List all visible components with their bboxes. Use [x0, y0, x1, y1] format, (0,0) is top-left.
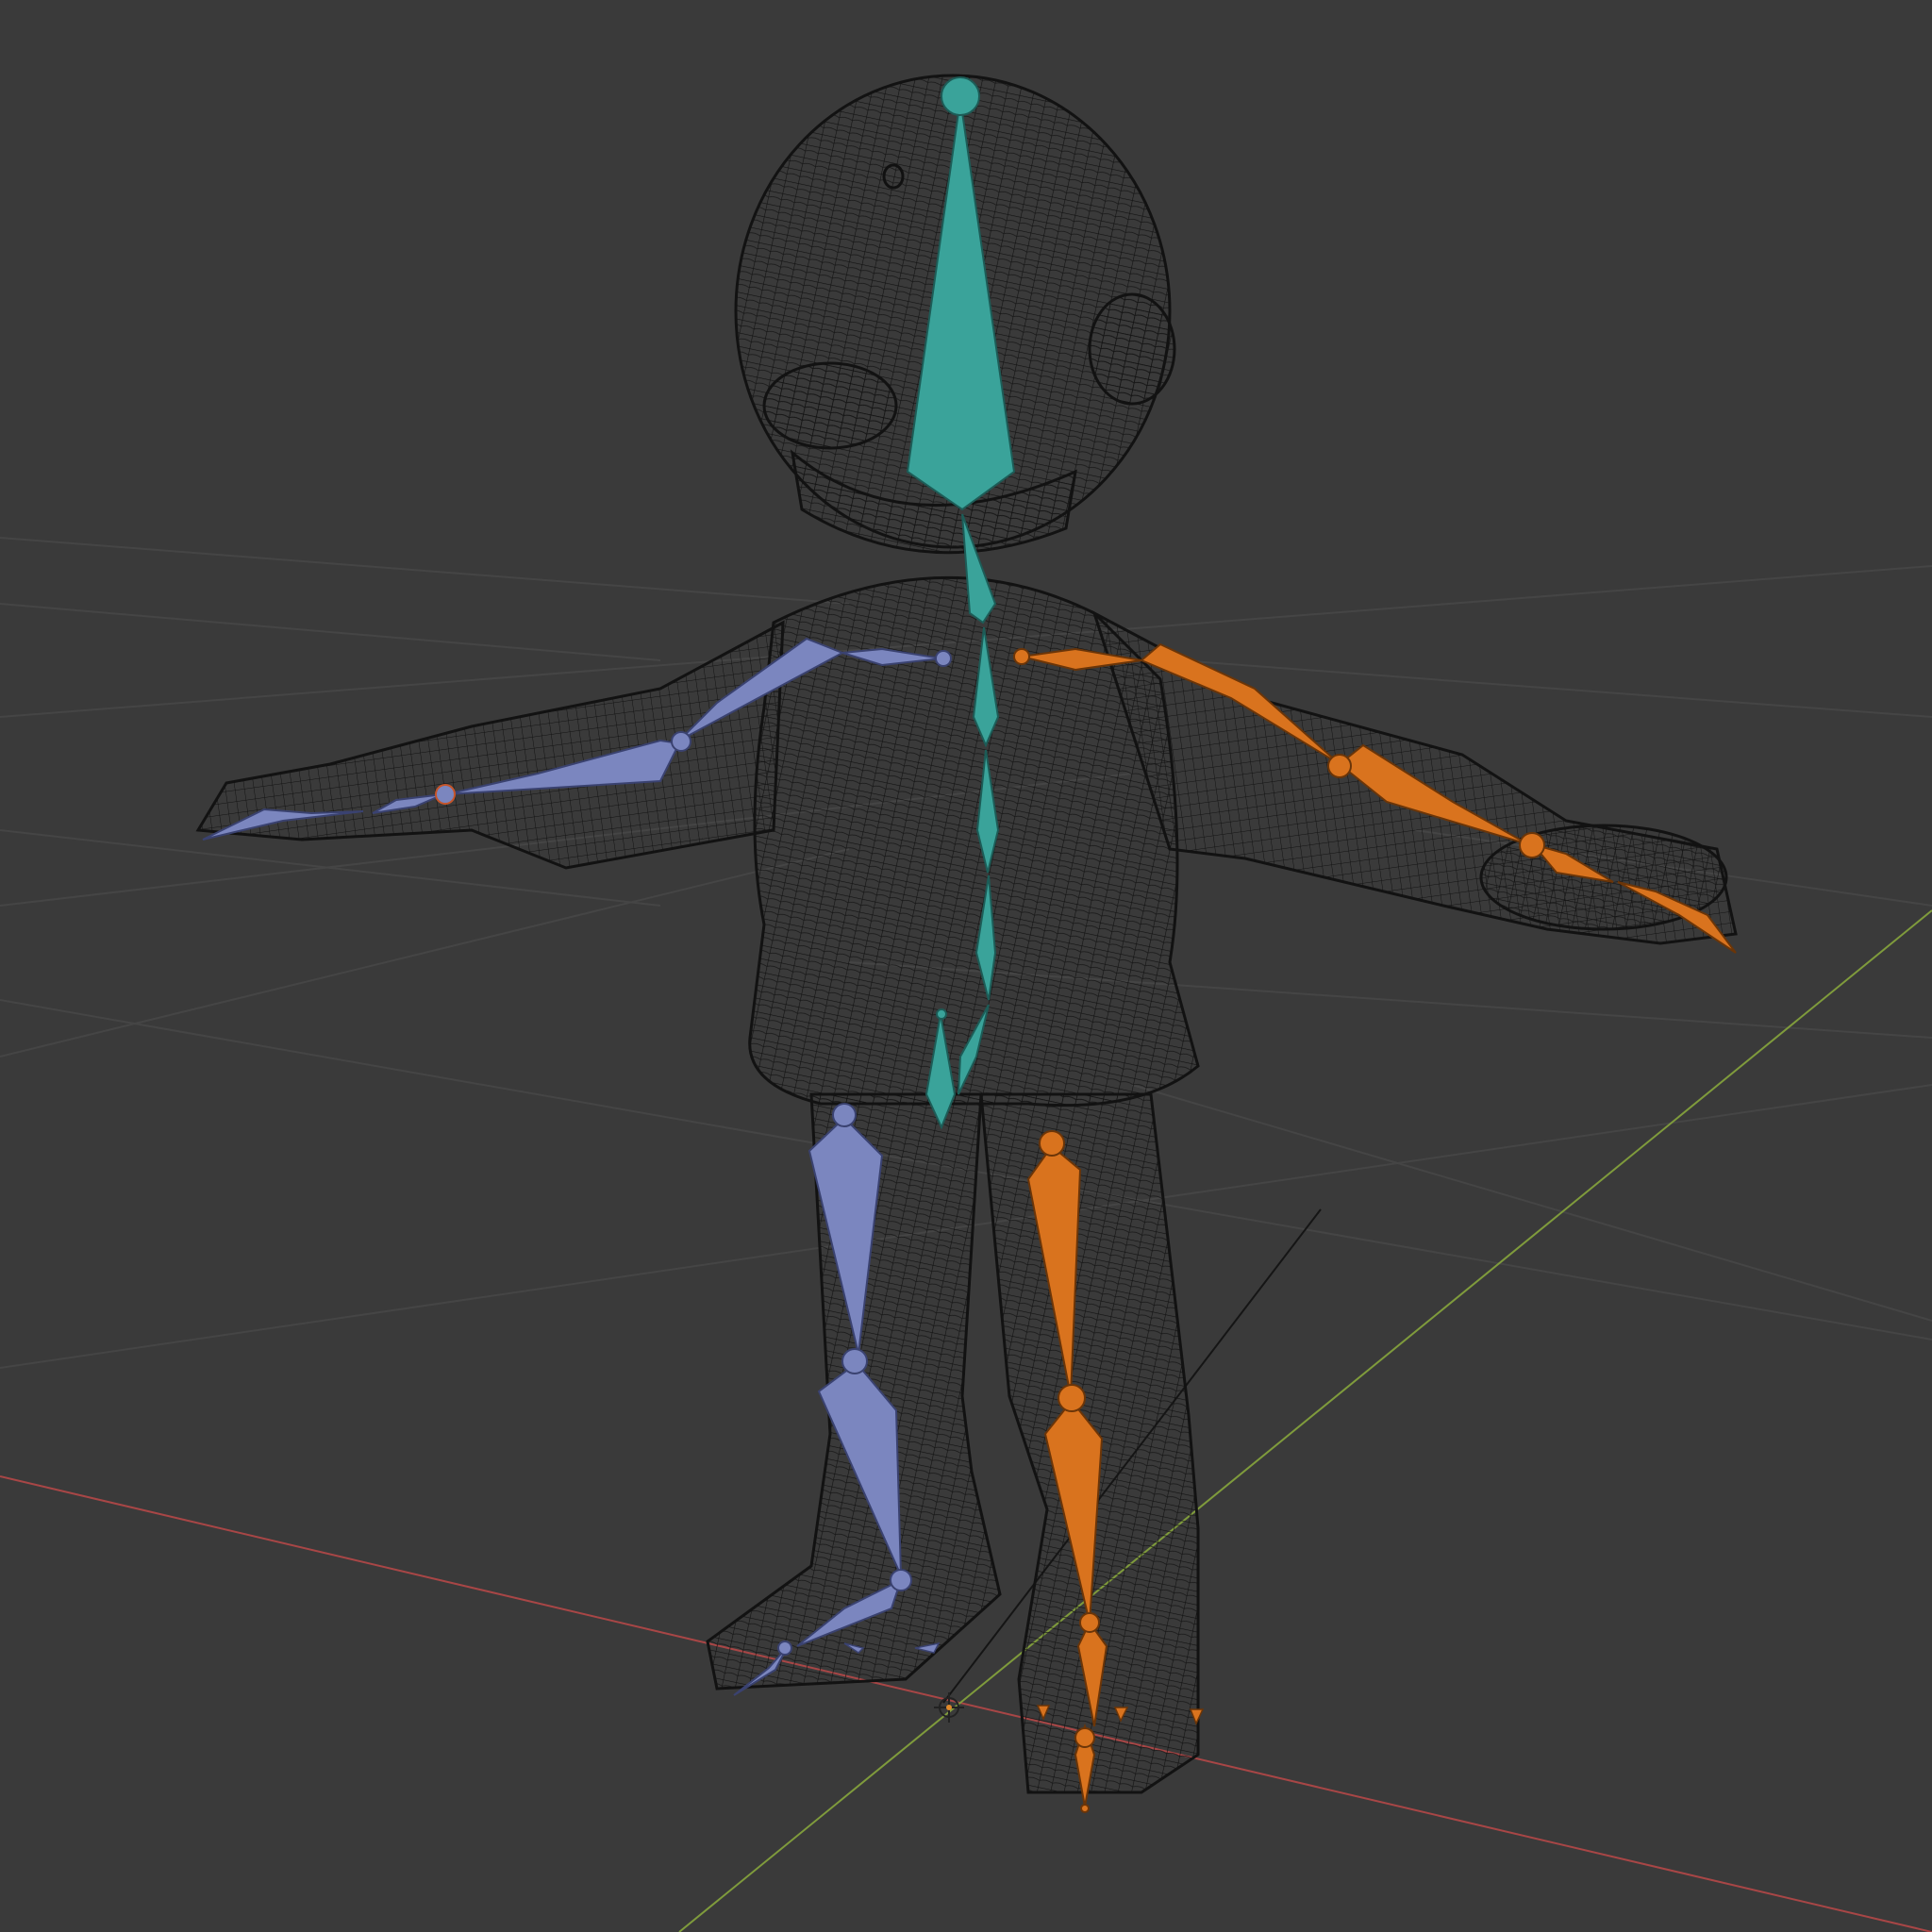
bone-toe-l-joint[interactable] [777, 1641, 792, 1656]
bone-wrist-l-joint[interactable] [435, 784, 456, 805]
bone-elbow-l-joint[interactable] [671, 731, 691, 752]
bone-shoulder-l-joint[interactable] [935, 650, 952, 667]
bone-hip-r-joint[interactable] [1039, 1130, 1065, 1157]
bone-toe-r-tip[interactable] [1080, 1804, 1090, 1813]
bone-elbow-r-joint[interactable] [1327, 754, 1352, 778]
bone-hip-l-joint[interactable] [832, 1103, 857, 1127]
mesh-ear [1088, 292, 1176, 406]
bone-hips-root[interactable] [936, 1008, 947, 1020]
bone-toe-r-joint[interactable] [1074, 1727, 1095, 1748]
bone-head-tip[interactable] [941, 76, 980, 116]
bone-shoulder-r-joint[interactable] [1013, 648, 1030, 665]
mesh-nose [762, 361, 898, 450]
bone-ankle-l-joint[interactable] [890, 1569, 912, 1591]
bone-knee-l-joint[interactable] [841, 1348, 868, 1374]
bone-wrist-r-joint[interactable] [1519, 832, 1545, 858]
bone-knee-r-joint[interactable] [1058, 1384, 1086, 1412]
3d-viewport[interactable] [0, 0, 1932, 1932]
bone-ankle-r-joint[interactable] [1079, 1612, 1100, 1633]
